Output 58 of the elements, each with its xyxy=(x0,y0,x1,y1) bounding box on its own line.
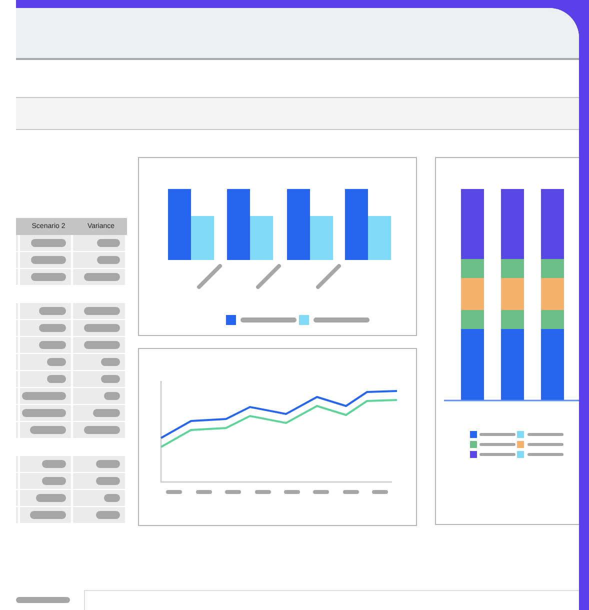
placeholder-bar xyxy=(47,375,66,383)
legend-swatch xyxy=(517,451,524,458)
placeholder-bar xyxy=(31,273,66,281)
placeholder-bar xyxy=(84,341,120,349)
placeholder-bar xyxy=(22,392,66,400)
placeholder-bar xyxy=(30,511,66,519)
axis-label-placeholder xyxy=(372,490,388,494)
placeholder-bar xyxy=(31,256,66,264)
legend-label-placeholder xyxy=(480,443,516,446)
placeholder-bar xyxy=(39,341,66,349)
placeholder-bar xyxy=(84,324,120,332)
legend-label-placeholder xyxy=(528,453,564,456)
legend-label-placeholder xyxy=(528,433,564,436)
legend-swatch xyxy=(470,441,477,448)
placeholder-bar xyxy=(101,375,120,383)
placeholder-bar xyxy=(104,494,120,502)
axis-label-placeholder xyxy=(343,490,359,494)
axis-label-placeholder xyxy=(197,264,222,289)
axis-label-placeholder xyxy=(284,490,300,494)
legend-swatch xyxy=(517,441,524,448)
legend-swatch xyxy=(470,451,477,458)
legend-label-placeholder xyxy=(314,318,370,322)
placeholder-bar xyxy=(104,392,120,400)
placeholder-bar xyxy=(84,426,120,434)
axis-label-placeholder xyxy=(316,264,341,289)
placeholder-bar xyxy=(47,358,66,366)
axis-label-placeholder xyxy=(313,490,329,494)
placeholder-bar xyxy=(42,477,66,485)
placeholder-bar xyxy=(42,460,66,468)
placeholder-bar xyxy=(31,239,66,247)
legend-label-placeholder xyxy=(240,318,296,322)
placeholder-bar xyxy=(84,307,120,315)
placeholder-bar xyxy=(101,358,120,366)
placeholder-bar xyxy=(22,409,66,417)
placeholder-bar xyxy=(96,460,120,468)
legend-swatch xyxy=(517,431,524,438)
axis-label-placeholder xyxy=(225,490,241,494)
legend-swatch xyxy=(470,431,477,438)
placeholder-bar xyxy=(96,511,120,519)
placeholder-bar xyxy=(30,426,66,434)
axis-label-placeholder xyxy=(256,264,281,289)
placeholder-bar xyxy=(36,494,66,502)
legend-label-placeholder xyxy=(528,443,564,446)
legend-label-placeholder xyxy=(480,453,516,456)
axis-label-placeholder xyxy=(166,490,182,494)
placeholder-bar xyxy=(97,256,120,264)
legend-swatch xyxy=(299,315,309,325)
placeholder-bar xyxy=(39,324,66,332)
placeholder-bar xyxy=(96,477,120,485)
legend-label-placeholder xyxy=(480,433,516,436)
placeholder-bar xyxy=(84,273,120,281)
placeholder-bar xyxy=(97,239,120,247)
placeholder-bar xyxy=(93,409,120,417)
placeholder-bar xyxy=(39,307,66,315)
legend-swatch xyxy=(226,315,236,325)
axis-label-placeholder xyxy=(255,490,271,494)
axis-label-placeholder xyxy=(196,490,212,494)
placeholder-bar xyxy=(16,597,70,603)
